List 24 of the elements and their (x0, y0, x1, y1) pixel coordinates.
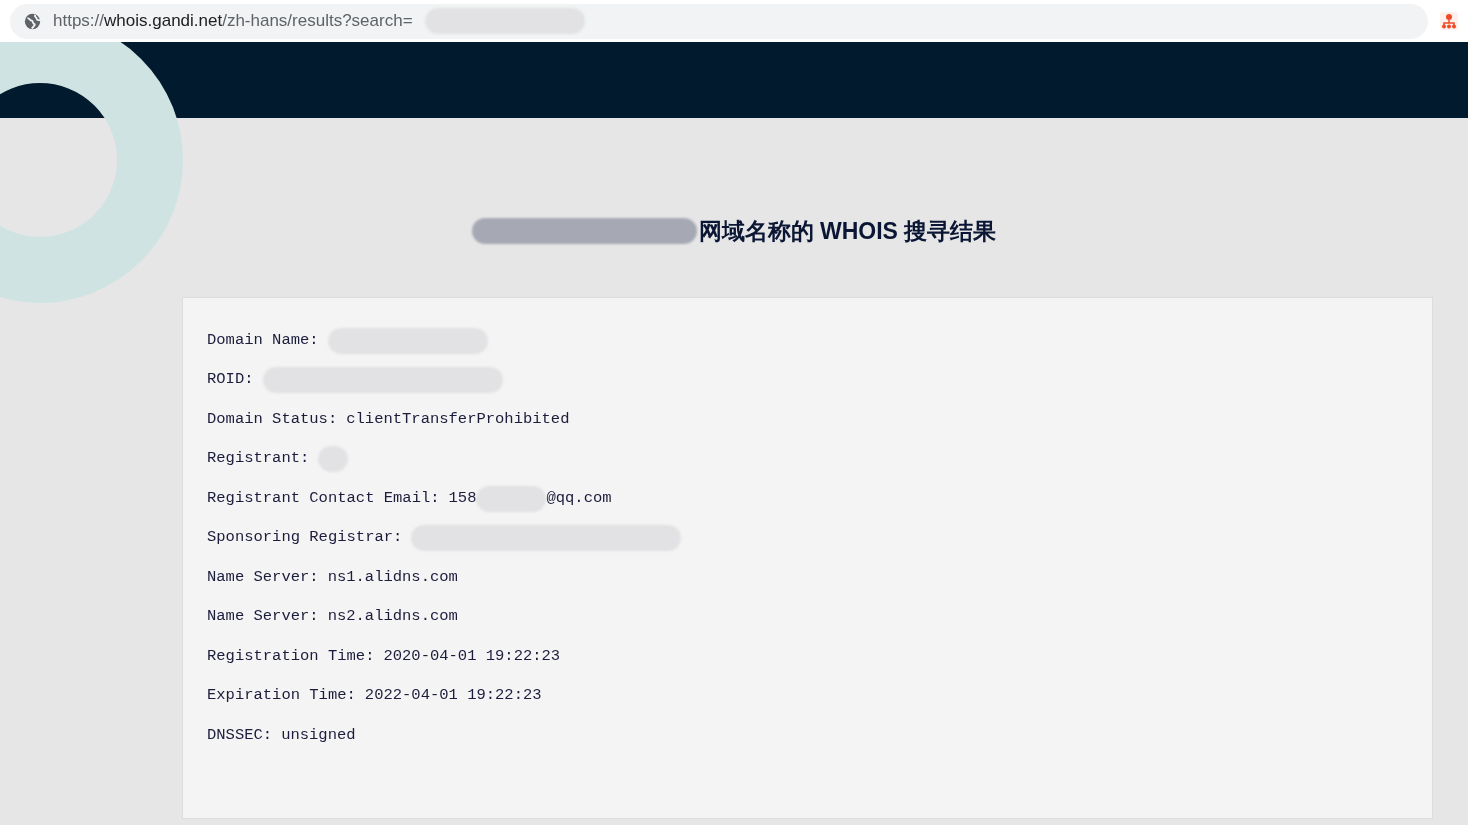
field-label: Registration Time: (207, 645, 375, 667)
field-label: DNSSEC: (207, 724, 273, 746)
field-label: ROID: (207, 369, 254, 391)
field-label: Registrant: (207, 448, 310, 470)
field-value: unsigned (281, 724, 356, 746)
field-label: Name Server: (207, 566, 319, 588)
field-label: Sponsoring Registrar: (207, 527, 403, 549)
field-label: Name Server: (207, 606, 319, 628)
field-value: 2022-04-01 19:22:23 (364, 685, 542, 707)
field-value: @qq.com (546, 487, 612, 509)
field-label: Domain Status: (207, 408, 338, 430)
url-text: https://whois.gandi.net/zh-hans/results?search= (53, 10, 413, 33)
field-label: Domain Name: (207, 329, 319, 351)
page-heading: 网域名称的 WHOIS 搜寻结果 (698, 217, 997, 246)
sitemap-icon[interactable] (1440, 12, 1458, 30)
field-value: ns1.alidns.com (327, 566, 458, 588)
address-bar[interactable]: https://whois.gandi.net/zh-hans/results?search= (10, 3, 1428, 39)
field-value: 158 (448, 487, 477, 509)
field-value: 2020-04-01 19:22:23 (383, 645, 561, 667)
field-label: Expiration Time: (207, 685, 356, 707)
field-value: ns2.alidns.com (327, 606, 458, 628)
globe-icon (24, 12, 41, 30)
field-value: clientTransferProhibited (346, 408, 570, 430)
field-label: Registrant Contact Email: (207, 487, 440, 509)
